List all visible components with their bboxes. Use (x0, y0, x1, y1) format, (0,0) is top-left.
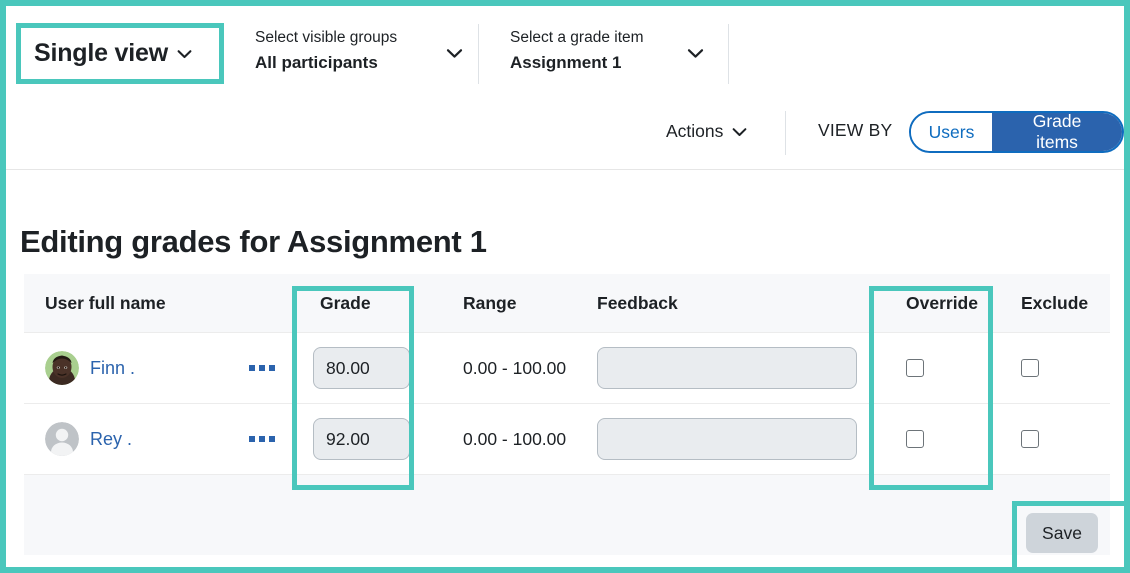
column-header-grade: Grade (304, 274, 442, 333)
chevron-down-icon (687, 46, 704, 64)
toolbar-divider-1 (478, 24, 479, 84)
column-header-override: Override (885, 274, 1003, 333)
single-view-page: Single view Select visible groups All pa… (0, 0, 1130, 573)
view-by-grade-items-button[interactable]: Grade items (992, 113, 1122, 151)
column-header-user-full-name: User full name (24, 274, 304, 333)
actions-dropdown[interactable]: Actions (666, 113, 747, 149)
visible-groups-selector[interactable]: Select visible groups All participants (255, 28, 463, 80)
column-header-feedback: Feedback (597, 274, 885, 333)
actions-label: Actions (666, 120, 724, 141)
user-name-cell: Finn . (24, 332, 304, 404)
ellipsis-menu-icon[interactable] (249, 365, 275, 371)
toolbar-bottom-divider (6, 169, 1124, 170)
ellipsis-menu-icon[interactable] (249, 436, 275, 442)
exclude-checkbox[interactable] (1021, 430, 1039, 448)
view-by-users-button[interactable]: Users (911, 113, 993, 151)
range-cell: 0.00 - 100.00 (442, 332, 597, 404)
chevron-down-icon (732, 121, 747, 142)
range-value: 0.00 - 100.00 (463, 357, 567, 378)
single-view-label: Single view (34, 39, 168, 67)
grade-item-value: Assignment 1 (510, 53, 622, 72)
table-row: Finn . 0.00 - 100.00 (24, 332, 1110, 404)
chevron-down-icon (177, 49, 192, 59)
toolbar-divider-3 (785, 111, 786, 155)
feedback-input[interactable] (597, 347, 857, 389)
save-button[interactable]: Save (1026, 513, 1098, 553)
user-name-link[interactable]: Rey . (90, 429, 132, 450)
override-checkbox[interactable] (906, 430, 924, 448)
exclude-cell (1003, 403, 1110, 475)
view-by-toggle-group: Users Grade items (909, 111, 1124, 153)
exclude-checkbox[interactable] (1021, 359, 1039, 377)
column-header-range: Range (442, 274, 597, 333)
grade-cell (304, 332, 442, 404)
grade-cell (304, 403, 442, 475)
range-cell: 0.00 - 100.00 (442, 403, 597, 475)
page-title: Editing grades for Assignment 1 (20, 223, 487, 259)
user-name-cell: Rey . (24, 403, 304, 475)
single-view-dropdown[interactable]: Single view (16, 23, 224, 84)
table-row: Rey . 0.00 - 100.00 (24, 403, 1110, 475)
avatar (45, 351, 79, 385)
view-by-label: VIEW BY (818, 120, 893, 140)
grade-input[interactable] (313, 418, 410, 460)
override-checkbox[interactable] (906, 359, 924, 377)
visible-groups-value: All participants (255, 53, 378, 72)
grade-item-caption: Select a grade item (510, 29, 644, 46)
chevron-down-icon (446, 46, 463, 64)
override-cell (885, 332, 1003, 404)
exclude-cell (1003, 332, 1110, 404)
feedback-cell (597, 403, 885, 475)
table-header-row: User full name Grade Range Feedback Over… (24, 274, 1110, 333)
avatar (45, 422, 79, 456)
toolbar-divider-2 (728, 24, 729, 84)
feedback-cell (597, 332, 885, 404)
grades-table-container: User full name Grade Range Feedback Over… (24, 274, 1110, 555)
feedback-input[interactable] (597, 418, 857, 460)
grade-item-selector[interactable]: Select a grade item Assignment 1 (510, 28, 710, 80)
user-name-link[interactable]: Finn . (90, 358, 135, 379)
override-cell (885, 403, 1003, 475)
range-value: 0.00 - 100.00 (463, 428, 567, 449)
visible-groups-caption: Select visible groups (255, 29, 398, 46)
grades-table: User full name Grade Range Feedback Over… (24, 274, 1110, 475)
top-toolbar: Single view Select visible groups All pa… (6, 6, 1124, 170)
grade-input[interactable] (313, 347, 410, 389)
column-header-exclude: Exclude (1003, 274, 1110, 333)
